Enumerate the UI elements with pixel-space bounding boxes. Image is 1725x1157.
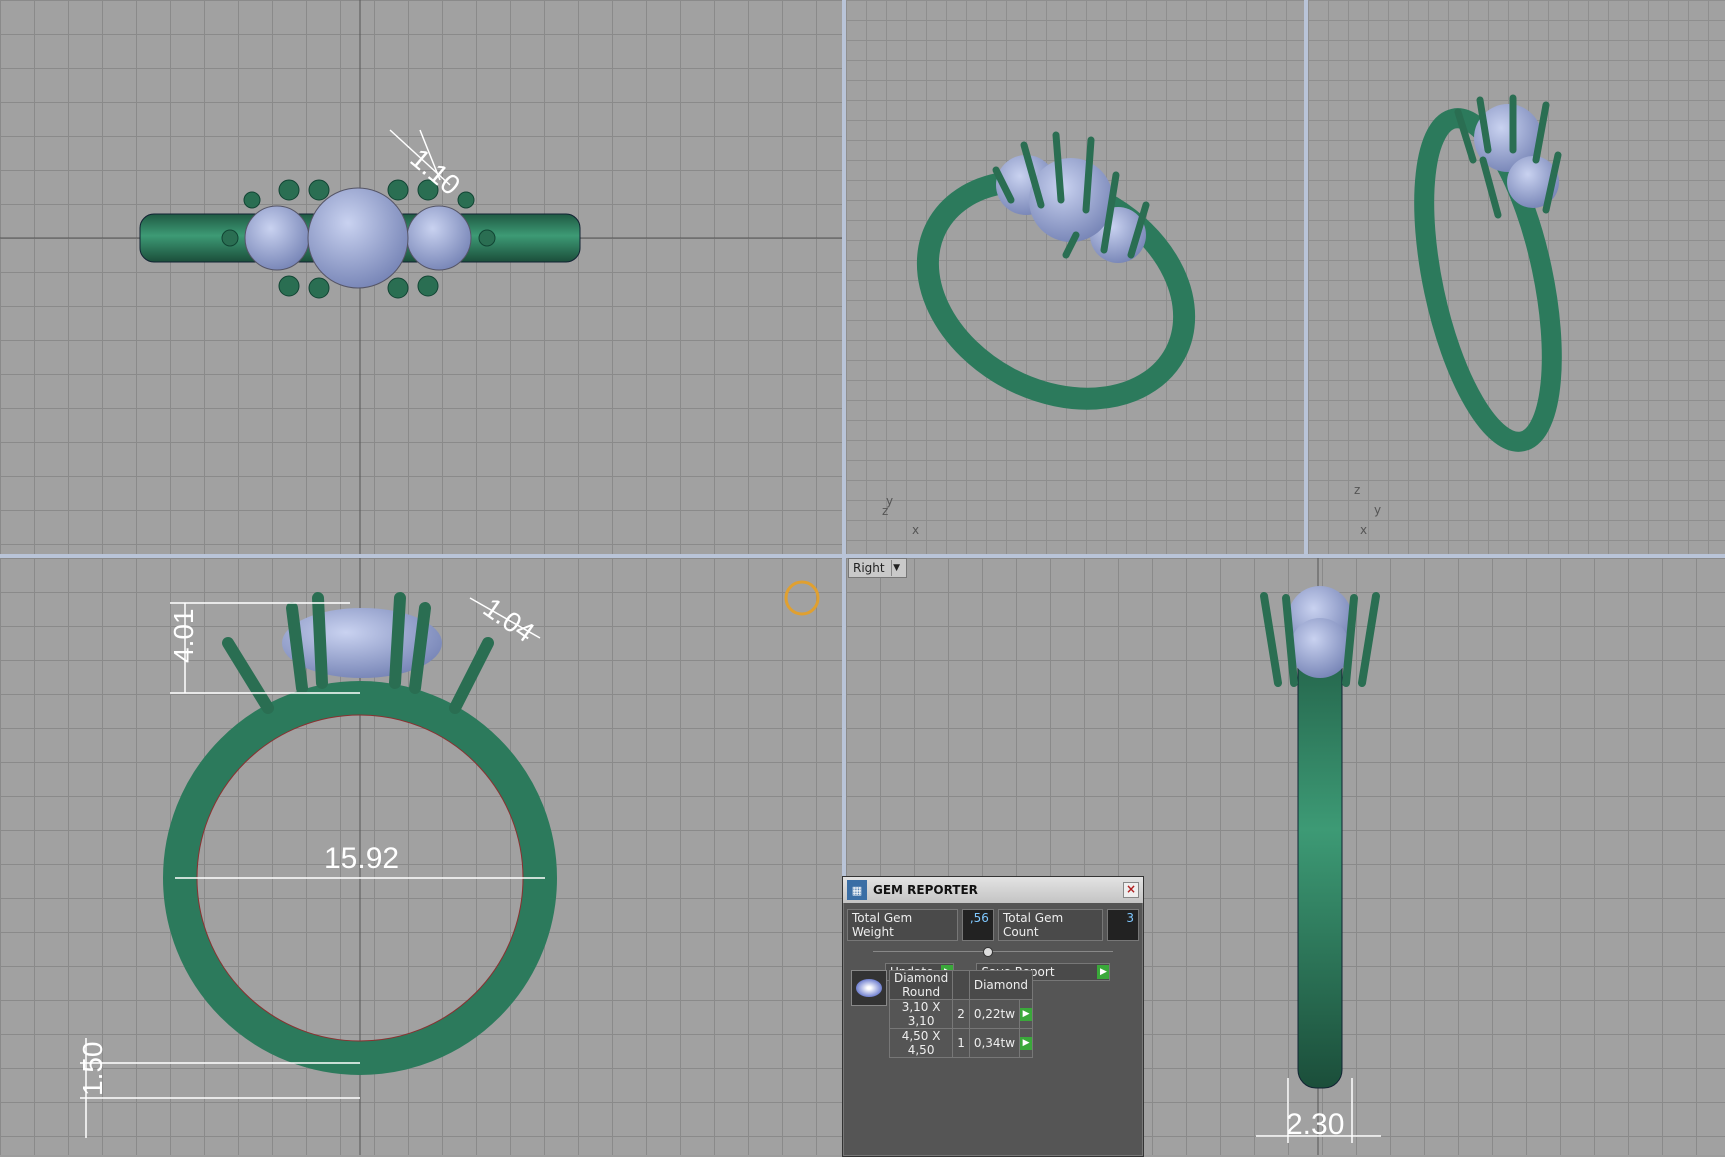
gem-table: Diamond Round Diamond 3,10 X 3,10 2 0,22… xyxy=(888,970,1034,1058)
play-icon: ▶ xyxy=(1020,1007,1033,1021)
total-count-value: 3 xyxy=(1107,909,1139,941)
table-row[interactable]: 4,50 X 4,50 1 0,34tw ▶ xyxy=(888,1028,1034,1058)
chevron-down-icon[interactable]: ▼ xyxy=(890,560,902,576)
ring-front-view: 4.01 1.04 15.92 1.50 xyxy=(77,558,820,1155)
viewport-perspective-2[interactable]: z y x xyxy=(1308,0,1725,554)
gem-reporter-panel[interactable]: ▦ GEM REPORTER × Total Gem Weight ,56 To… xyxy=(842,876,1144,1157)
gem-reporter-titlebar[interactable]: ▦ GEM REPORTER × xyxy=(843,877,1143,903)
viewport-divider-v2[interactable] xyxy=(1304,0,1308,554)
table-header: Diamond xyxy=(968,970,1034,1000)
viewport-top[interactable]: 1.10 xyxy=(0,0,842,554)
play-icon: ▶ xyxy=(1097,965,1110,979)
table-header: Diamond Round xyxy=(888,970,954,1000)
gem-reporter-slider[interactable] xyxy=(873,947,1113,957)
slider-knob[interactable] xyxy=(983,947,993,957)
play-icon: ▶ xyxy=(1020,1036,1033,1050)
total-weight-label: Total Gem Weight xyxy=(847,909,958,941)
table-row[interactable]: 3,10 X 3,10 2 0,22tw ▶ xyxy=(888,999,1034,1029)
table-header-row: Diamond Round Diamond xyxy=(888,970,1034,1000)
viewport-front[interactable]: 4.01 1.04 15.92 1.50 xyxy=(0,558,842,1155)
row-select-button[interactable]: ▶ xyxy=(1019,1028,1034,1058)
dimension-band-width: 2.30 xyxy=(1286,1108,1344,1141)
viewport-perspective-1[interactable]: y z x xyxy=(846,0,1304,554)
total-weight-value: ,56 xyxy=(961,909,994,941)
ring-perspective-1: y z x xyxy=(882,131,1196,537)
dimension-band-thickness: 1.50 xyxy=(77,1042,108,1097)
dimension-inner-diameter: 15.92 xyxy=(324,842,399,875)
axis-z-label-2: z xyxy=(1354,483,1360,497)
gem-weight-cell: 0,34tw xyxy=(968,1028,1021,1058)
gem-thumbnail[interactable] xyxy=(851,970,887,1006)
gem-count-cell: 2 xyxy=(952,999,970,1029)
gem-reporter-icon: ▦ xyxy=(847,880,867,900)
ring-gizmo-icon[interactable] xyxy=(784,580,820,616)
gem-weight-cell: 0,22tw xyxy=(968,999,1021,1029)
axis-z-label: z xyxy=(882,504,888,518)
gem-totals-row: Total Gem Weight ,56 Total Gem Count 3 xyxy=(847,909,1139,941)
gem-count-cell: 1 xyxy=(952,1028,970,1058)
close-icon[interactable]: × xyxy=(1123,882,1139,898)
view-selector-label: Right xyxy=(853,561,885,575)
ring-perspective-2: z y x xyxy=(1354,94,1562,537)
row-select-button[interactable]: ▶ xyxy=(1019,999,1034,1029)
gem-size-cell: 3,10 X 3,10 xyxy=(888,999,954,1029)
ring-top-view: 1.10 xyxy=(0,0,842,554)
axis-x-label-2: x xyxy=(1360,523,1367,537)
table-header xyxy=(952,970,970,1000)
view-selector[interactable]: Right ▼ xyxy=(848,558,907,578)
dimension-front-height: 4.01 xyxy=(168,609,199,664)
diamond-icon xyxy=(856,979,882,997)
axis-x-label: x xyxy=(912,523,919,537)
gem-reporter-title: GEM REPORTER xyxy=(873,883,978,897)
slider-track xyxy=(873,951,1113,952)
axis-y-label-2: y xyxy=(1374,503,1381,517)
total-count-label: Total Gem Count xyxy=(997,909,1103,941)
gem-size-cell: 4,50 X 4,50 xyxy=(888,1028,954,1058)
